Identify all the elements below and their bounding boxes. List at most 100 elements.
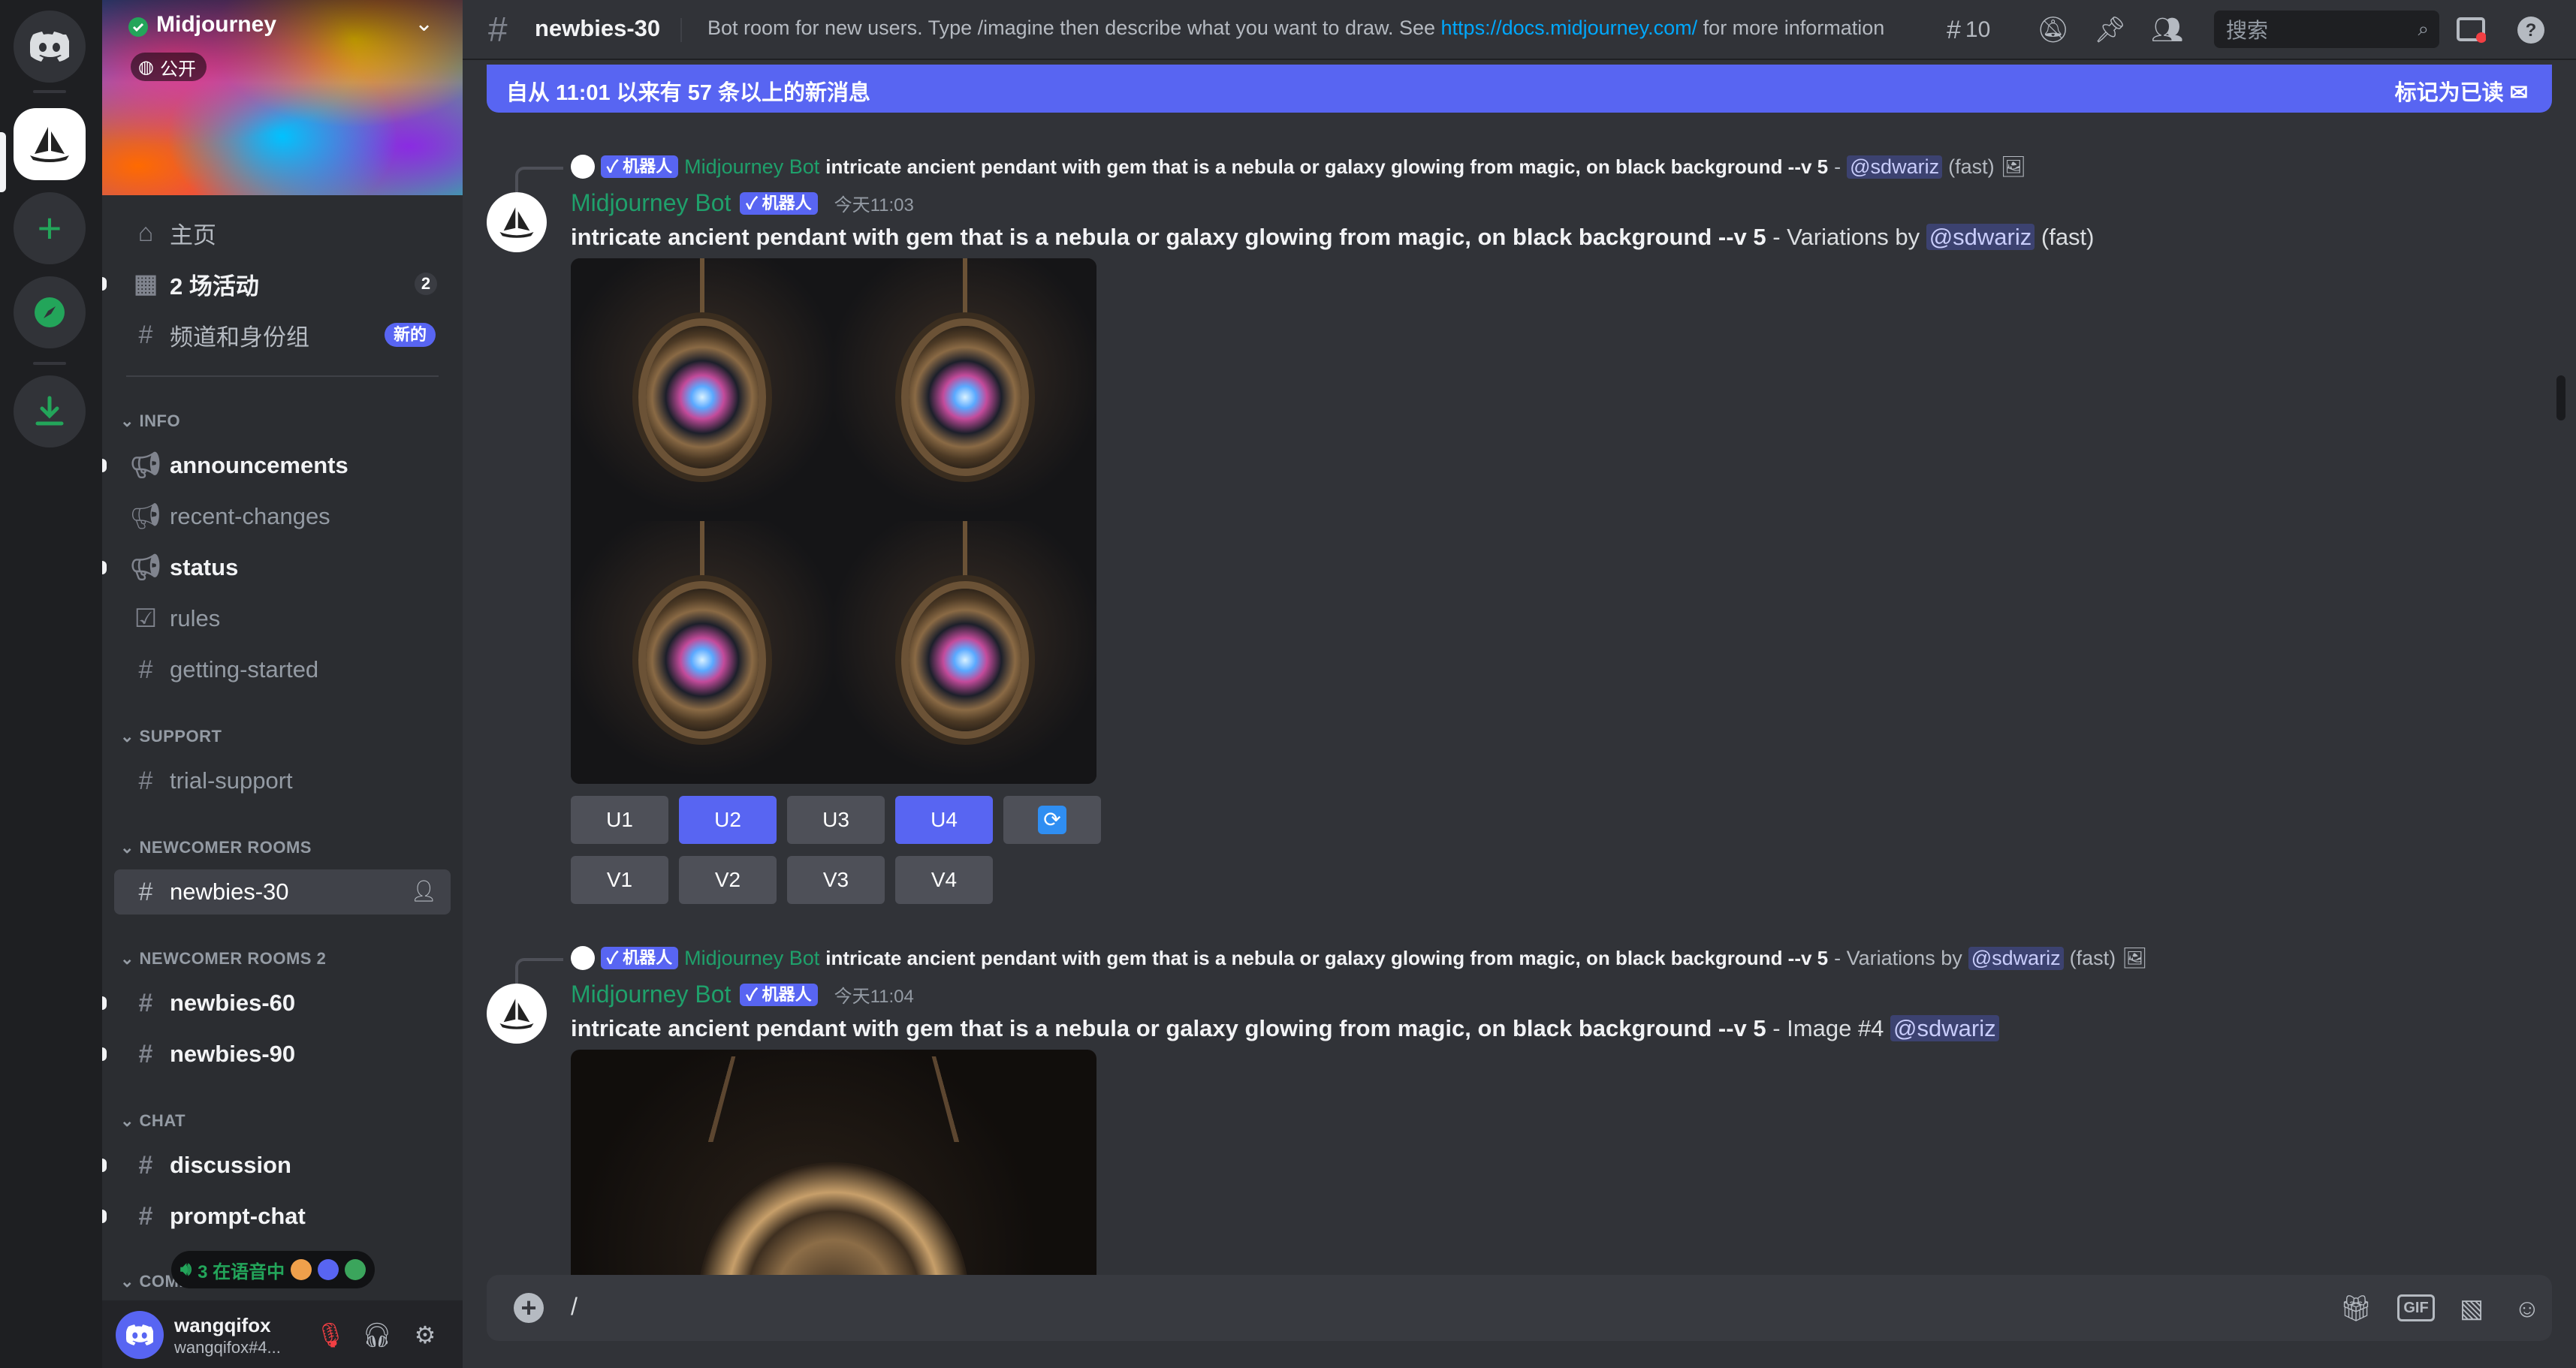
search-input[interactable]: 搜索 ⌕ xyxy=(2214,11,2439,48)
channel-label: announcements xyxy=(170,452,348,478)
category-chat[interactable]: ⌄ CHAT xyxy=(120,1111,186,1131)
mark-as-read-button[interactable]: 标记为已读 ✉ xyxy=(2395,75,2528,107)
invite-member-icon[interactable]: 👤︎ xyxy=(410,878,437,903)
category-support[interactable]: ⌄ SUPPORT xyxy=(120,727,222,746)
help-icon[interactable]: ? xyxy=(2516,14,2546,47)
discord-home-button[interactable] xyxy=(14,11,86,83)
message-author[interactable]: Midjourney Bot xyxy=(571,189,731,217)
search-icon: ⌕ xyxy=(2418,17,2429,40)
avatar[interactable] xyxy=(116,1311,164,1359)
category-newcomer-rooms[interactable]: ⌄ NEWCOMER ROOMS xyxy=(120,838,312,857)
channel-newbies-60[interactable]: # newbies-60 xyxy=(102,981,451,1026)
reroll-button[interactable]: ⟳ xyxy=(1003,796,1101,844)
unread-indicator xyxy=(102,1159,107,1172)
sticker-icon[interactable]: ▧ xyxy=(2454,1291,2489,1326)
avatar[interactable] xyxy=(487,984,547,1044)
nav-events[interactable]: ▦ 2 场活动 2 xyxy=(102,261,451,306)
channel-discussion[interactable]: # discussion xyxy=(102,1143,451,1188)
grid-image-2 xyxy=(834,258,1096,521)
image-grid-attachment[interactable] xyxy=(571,258,1096,784)
settings-gear-icon[interactable]: ⚙ xyxy=(409,1318,442,1351)
channel-label: prompt-chat xyxy=(170,1203,306,1229)
avatar xyxy=(571,946,595,970)
gift-icon[interactable]: 🎁︎ xyxy=(2339,1291,2373,1326)
image-attachment[interactable] xyxy=(571,1050,1096,1275)
voice-activity-pill[interactable]: 🔊︎ 3 在语音中 xyxy=(171,1251,376,1288)
headphones-icon[interactable]: 🎧︎ xyxy=(360,1318,394,1351)
message-composer[interactable]: + / 🎁︎ GIF ▧ ☺ xyxy=(487,1275,2552,1341)
inbox-icon[interactable] xyxy=(2456,14,2486,47)
discord-logo-icon xyxy=(30,32,69,62)
channel-trial-support[interactable]: # trial-support xyxy=(114,758,451,803)
upscale-u1-button[interactable]: U1 xyxy=(571,796,668,844)
visibility-label: 公开 xyxy=(159,59,196,80)
threads-button[interactable]: # 10 xyxy=(1947,14,1990,47)
server-name[interactable]: Midjourney xyxy=(156,12,276,38)
upscale-u3-button[interactable]: U3 xyxy=(787,796,885,844)
category-info[interactable]: ⌄ INFO xyxy=(120,411,180,431)
channel-getting-started[interactable]: # getting-started xyxy=(114,647,451,692)
reply-mention[interactable]: @sdwariz xyxy=(1968,946,2064,970)
pin-icon[interactable]: 📌︎ xyxy=(2094,14,2126,47)
add-attachment-button[interactable]: + xyxy=(514,1292,544,1323)
message-mention[interactable]: @sdwariz xyxy=(1890,1015,1999,1041)
threads-icon: # xyxy=(1947,15,1961,44)
topic-link[interactable]: https://docs.midjourney.com/ xyxy=(1441,17,1698,39)
channel-newbies-90[interactable]: # newbies-90 xyxy=(102,1032,451,1077)
upscale-u2-button[interactable]: U2 xyxy=(679,796,777,844)
mute-mic-icon[interactable]: 🎙︎ xyxy=(314,1318,347,1351)
channel-sidebar: Midjourney ⌄ ◍ 公开 ⌂ 主页 ▦ 2 场活动 2 # 频道和身份… xyxy=(102,0,463,1368)
gif-button[interactable]: GIF xyxy=(2397,1294,2435,1321)
channel-announcements[interactable]: 📢︎ announcements xyxy=(102,443,451,488)
upscale-u4-button[interactable]: U4 xyxy=(895,796,993,844)
emoji-icon[interactable]: ☺ xyxy=(2510,1291,2544,1326)
download-icon xyxy=(35,396,64,426)
channel-label: recent-changes xyxy=(170,503,330,529)
avatar[interactable] xyxy=(487,192,547,252)
plus-icon: + xyxy=(37,204,62,252)
channel-rules[interactable]: ☑ rules xyxy=(114,596,451,641)
server-menu-chevron-icon[interactable]: ⌄ xyxy=(415,11,433,37)
discord-logo-icon xyxy=(126,1324,153,1345)
channel-recent-changes[interactable]: 📢︎ recent-changes xyxy=(114,494,451,539)
variation-v4-button[interactable]: V4 xyxy=(895,856,993,904)
add-server-button[interactable]: + xyxy=(14,192,86,264)
reply-mention[interactable]: @sdwariz xyxy=(1847,155,1943,179)
nav-channels-roles[interactable]: # 频道和身份组 新的 xyxy=(114,312,451,357)
reply-connector xyxy=(515,167,563,192)
variation-v3-button[interactable]: V3 xyxy=(787,856,885,904)
message-author[interactable]: Midjourney Bot xyxy=(571,981,731,1008)
reply-suffix: - xyxy=(1834,155,1842,178)
download-apps-button[interactable] xyxy=(14,375,86,447)
explore-servers-button[interactable] xyxy=(14,276,86,348)
channel-topic[interactable]: Bot room for new users. Type /imagine th… xyxy=(707,17,1884,40)
grid-image-4 xyxy=(834,521,1096,784)
reply-preview[interactable]: ✓ 机器人 Midjourney Bot intricate ancient p… xyxy=(571,155,2026,179)
category-newcomer2-label: NEWCOMER ROOMS 2 xyxy=(139,949,327,968)
scrollbar-thumb[interactable] xyxy=(2556,375,2565,420)
server-visibility-pill: ◍ 公开 xyxy=(131,53,207,81)
category-chat-label: CHAT xyxy=(139,1111,186,1130)
user-tag: wangqifox#4... xyxy=(174,1338,281,1357)
category-newcomer-rooms-2[interactable]: ⌄ NEWCOMER ROOMS 2 xyxy=(120,949,326,969)
member-list-icon[interactable]: 👥︎ xyxy=(2151,14,2183,47)
channel-newbies-30[interactable]: # newbies-30 👤︎ xyxy=(114,869,451,915)
server-midjourney[interactable] xyxy=(14,108,86,180)
variation-v2-button[interactable]: V2 xyxy=(679,856,777,904)
thread-hash-icon: # xyxy=(488,10,508,49)
bot-tag: ✓ 机器人 xyxy=(740,191,818,215)
pendant-body xyxy=(698,1162,969,1275)
nav-home[interactable]: ⌂ 主页 xyxy=(114,210,451,255)
message-input[interactable]: / xyxy=(571,1293,578,1321)
bot-tag: ✓ 机器人 xyxy=(740,983,818,1006)
message-suffix: - Image #4 xyxy=(1766,1015,1891,1041)
new-messages-bar[interactable]: 自从 11:01 以来有 57 条以上的新消息 标记为已读 ✉ xyxy=(487,65,2552,113)
username[interactable]: wangqifox xyxy=(174,1314,271,1337)
mute-notifications-icon[interactable]: 🔕︎ xyxy=(2037,14,2069,47)
message-mention[interactable]: @sdwariz xyxy=(1926,224,2035,250)
channel-status[interactable]: 📢︎ status xyxy=(102,545,451,590)
hash-icon: # xyxy=(138,1201,153,1231)
channel-prompt-chat[interactable]: # prompt-chat xyxy=(102,1194,451,1239)
reply-preview[interactable]: ✓ 机器人 Midjourney Bot intricate ancient p… xyxy=(571,946,2147,970)
variation-v1-button[interactable]: V1 xyxy=(571,856,668,904)
